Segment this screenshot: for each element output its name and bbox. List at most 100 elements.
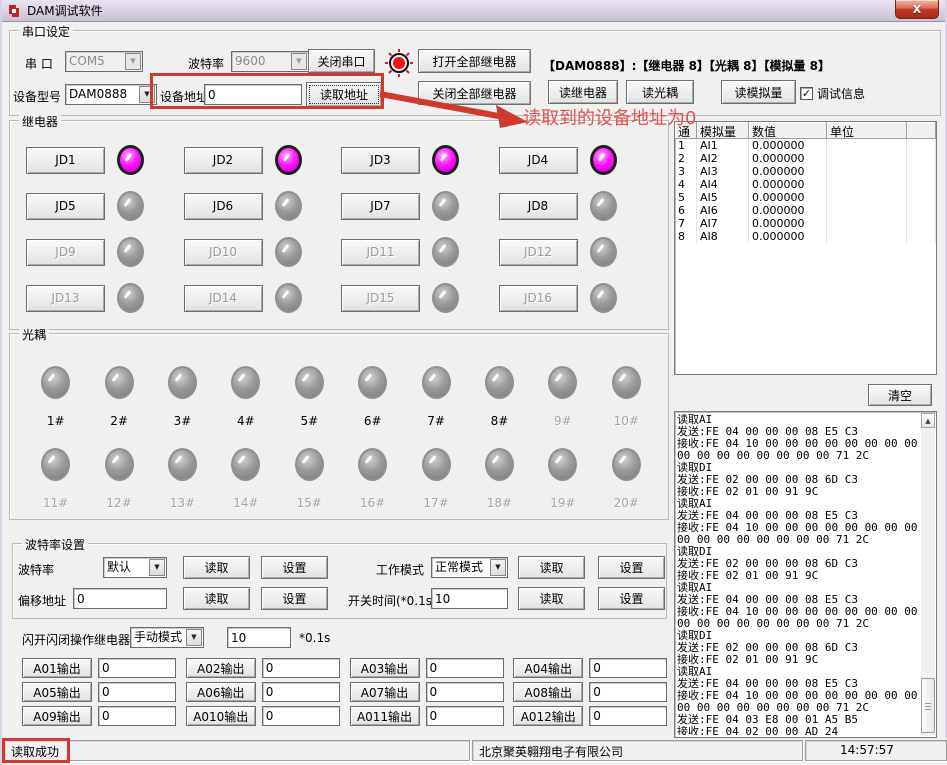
table-row[interactable]: 4AI40.000000 (675, 178, 936, 191)
output-button-A03输出[interactable]: A03输出 (350, 658, 420, 678)
table-row[interactable]: 5AI50.000000 (675, 191, 936, 204)
work-mode-set-button[interactable]: 设置 (598, 556, 665, 579)
table-row[interactable]: 6AI60.000000 (675, 204, 936, 217)
output-button-A08输出[interactable]: A08输出 (513, 682, 583, 702)
baud-read-button[interactable]: 读取 (183, 556, 250, 579)
relay-cell: JD4 (499, 145, 657, 175)
table-cell (827, 178, 907, 191)
work-mode-select[interactable]: 正常模式 ▼ (431, 557, 508, 578)
close-button[interactable]: X (895, 0, 939, 19)
flash-mode-select[interactable]: 手动模式 ▼ (130, 627, 204, 648)
baud-set-button[interactable]: 设置 (261, 556, 328, 579)
output-button-A04输出[interactable]: A04输出 (513, 658, 583, 678)
output-button-A010输出[interactable]: A010输出 (186, 706, 256, 726)
relay-button-jd2[interactable]: JD2 (184, 147, 263, 174)
output-input[interactable] (589, 658, 667, 678)
opto-label: 1# (47, 414, 65, 428)
log-scrollbar[interactable]: ▲ (921, 413, 935, 736)
scroll-up-icon[interactable]: ▲ (921, 413, 935, 428)
table-row[interactable]: 8AI80.000000 (675, 230, 936, 243)
output-button-A011输出[interactable]: A011输出 (350, 706, 420, 726)
offset-set-button[interactable]: 设置 (261, 587, 328, 610)
baud-select[interactable]: 9600 ▼ (231, 51, 309, 72)
read-address-button[interactable]: 读取地址 (306, 82, 382, 107)
relay-button-jd15: JD15 (341, 285, 420, 312)
output-input[interactable] (589, 706, 667, 726)
open-all-relays-button[interactable]: 打开全部继电器 (418, 49, 531, 73)
table-row[interactable]: 3AI30.000000 (675, 165, 936, 178)
opto-indicator (105, 366, 134, 399)
port-value: COM5 (69, 54, 105, 68)
opto-cell: 9# (531, 354, 594, 436)
output-input[interactable] (426, 658, 504, 678)
output-cell: A08输出 (513, 680, 677, 704)
output-button-A06输出[interactable]: A06输出 (186, 682, 256, 702)
output-button-A02输出[interactable]: A02输出 (186, 658, 256, 678)
serial-group: 串口设定 串 口 COM5 ▼ 波特率 9600 ▼ 关闭串口 打开全部继电器 … (9, 30, 941, 116)
opto-label: 13# (170, 496, 195, 510)
close-port-button[interactable]: 关闭串口 (308, 49, 375, 73)
address-input[interactable] (204, 84, 302, 105)
opto-label: 15# (297, 496, 322, 510)
output-button-A07输出[interactable]: A07输出 (350, 682, 420, 702)
relay-button-jd4[interactable]: JD4 (499, 147, 578, 174)
relay-button-jd1[interactable]: JD1 (26, 147, 105, 174)
output-input[interactable] (262, 682, 340, 702)
output-input[interactable] (426, 706, 504, 726)
output-input[interactable] (98, 682, 176, 702)
relay-button-jd3[interactable]: JD3 (341, 147, 420, 174)
table-cell: AI8 (697, 230, 749, 243)
relay-button-jd5[interactable]: JD5 (26, 193, 105, 220)
opto-cell: 8# (468, 354, 531, 436)
output-button-A05输出[interactable]: A05输出 (22, 682, 92, 702)
offset-read-button[interactable]: 读取 (183, 587, 250, 610)
close-all-relays-button[interactable]: 关闭全部继电器 (418, 81, 531, 105)
table-header-cell[interactable]: 数值 (749, 122, 827, 139)
log-text[interactable]: 读取AI发送:FE 04 00 00 00 08 E5 C3接收:FE 04 1… (677, 414, 920, 735)
output-input[interactable] (589, 682, 667, 702)
relay-button-jd8[interactable]: JD8 (499, 193, 578, 220)
opto-label: 9# (554, 414, 572, 428)
read-analog-button[interactable]: 读模拟量 (721, 80, 796, 104)
opto-cell: 4# (214, 354, 277, 436)
work-mode-read-button[interactable]: 读取 (518, 556, 585, 579)
opto-label: 14# (233, 496, 258, 510)
read-relay-button[interactable]: 读继电器 (548, 80, 618, 104)
table-header-cell[interactable]: 模拟量 (697, 122, 749, 139)
output-button-A012输出[interactable]: A012输出 (513, 706, 583, 726)
scrollbar-thumb[interactable] (921, 678, 935, 733)
output-input[interactable] (262, 658, 340, 678)
port-select[interactable]: COM5 ▼ (65, 51, 143, 72)
output-button-A01输出[interactable]: A01输出 (22, 658, 92, 678)
output-input[interactable] (262, 706, 340, 726)
table-cell: AI2 (697, 152, 749, 165)
table-header-cell[interactable]: 单位 (827, 122, 907, 139)
table-row[interactable]: 2AI20.000000 (675, 152, 936, 165)
table-cell (907, 139, 936, 152)
flash-time-input[interactable] (227, 627, 291, 648)
table-row[interactable]: 7AI70.000000 (675, 217, 936, 230)
baud2-select[interactable]: 默认 ▼ (103, 557, 167, 578)
opto-grid: 1#2#3#4#5#6#7#8#9#10#11#12#13#14#15#16#1… (24, 354, 658, 518)
switch-time-set-button[interactable]: 设置 (598, 587, 665, 610)
table-header-cell[interactable] (907, 122, 936, 139)
relay-button-jd6[interactable]: JD6 (184, 193, 263, 220)
table-cell: 0.000000 (749, 165, 827, 178)
read-opto-button[interactable]: 读光耦 (626, 80, 694, 104)
offset-input[interactable] (73, 588, 167, 609)
debug-info-checkbox[interactable]: ✓ 调试信息 (800, 85, 865, 102)
output-grid: A01输出 A02输出 A03输出 A04输出 A05输出 A06输出 A07输出 A08输出… (22, 656, 677, 728)
relay-button-jd7[interactable]: JD7 (341, 193, 420, 220)
output-button-A09输出[interactable]: A09输出 (22, 706, 92, 726)
output-input[interactable] (98, 658, 176, 678)
model-select[interactable]: DAM0888 ▼ (65, 84, 157, 105)
switch-time-read-button[interactable]: 读取 (518, 587, 585, 610)
relay-button-jd9: JD9 (26, 239, 105, 266)
table-cell (827, 191, 907, 204)
table-row[interactable]: 1AI10.000000 (675, 139, 936, 152)
output-input[interactable] (426, 682, 504, 702)
output-input[interactable] (98, 706, 176, 726)
relay-cell: JD8 (499, 191, 657, 221)
switch-time-input[interactable] (431, 588, 508, 609)
clear-log-button[interactable]: 清空 (868, 384, 932, 406)
